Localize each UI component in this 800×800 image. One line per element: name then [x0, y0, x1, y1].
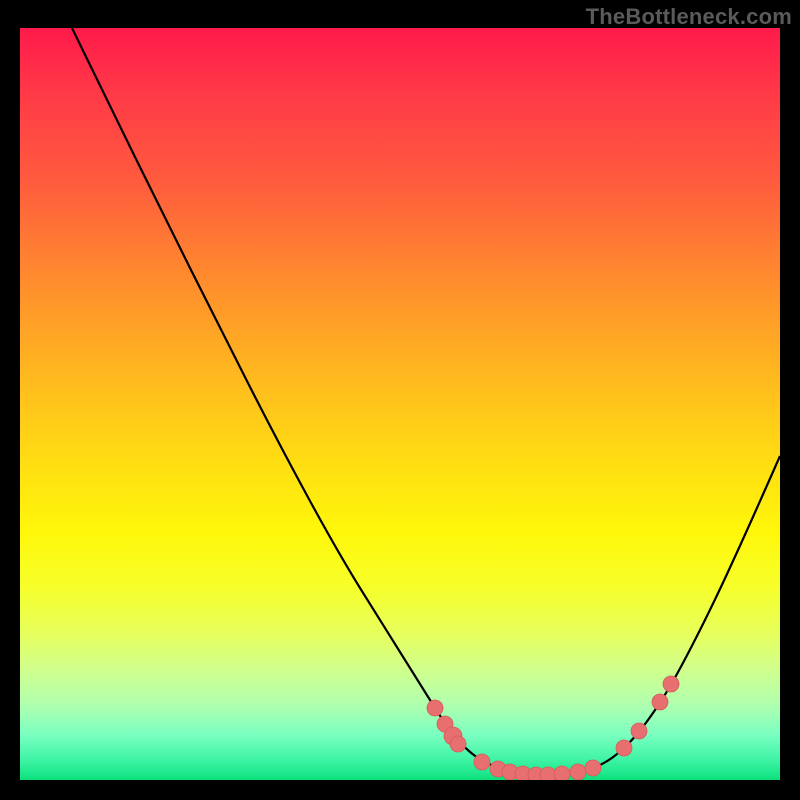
marker-dot [450, 736, 466, 752]
plot-area [20, 28, 780, 780]
marker-dot [616, 740, 632, 756]
marker-dot [663, 676, 679, 692]
marker-dot [570, 764, 586, 780]
chart-frame: TheBottleneck.com [0, 0, 800, 800]
marker-dot [540, 767, 556, 780]
marker-dot [554, 766, 570, 780]
marker-dot [652, 694, 668, 710]
bottleneck-curve [72, 28, 780, 775]
marker-dot [474, 754, 490, 770]
markers-group [427, 676, 679, 780]
watermark-text: TheBottleneck.com [586, 4, 792, 30]
marker-dot [427, 700, 443, 716]
marker-dot [585, 760, 601, 776]
chart-svg [20, 28, 780, 780]
marker-dot [631, 723, 647, 739]
